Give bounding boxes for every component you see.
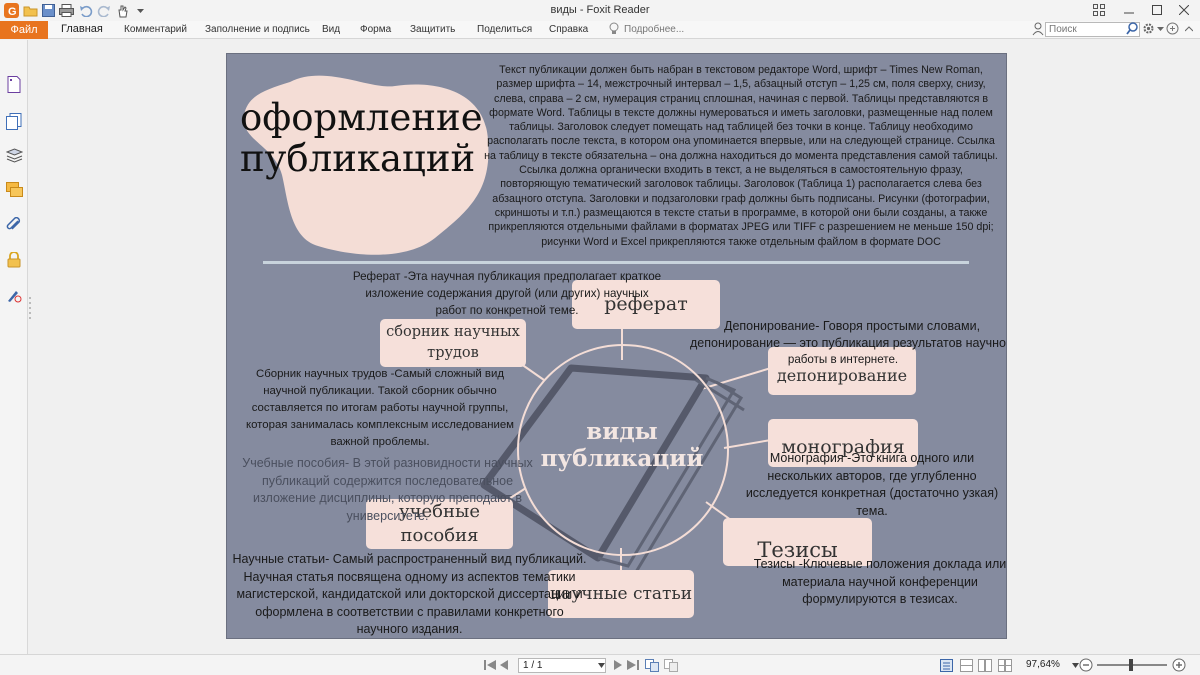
intro-paragraph: Текст публикации должен быть набран в те…	[484, 64, 998, 248]
zoom-level[interactable]: 97,64%	[1026, 659, 1060, 670]
layers-icon[interactable]	[4, 145, 24, 165]
settings-gear-icon[interactable]	[1142, 22, 1155, 38]
first-page-icon[interactable]	[484, 658, 496, 672]
pages-icon[interactable]	[4, 111, 24, 131]
single-page-view-icon[interactable]	[940, 658, 953, 672]
tab-file[interactable]: Файл	[0, 21, 48, 39]
desc-monografiya: Монография -Это книга одного или несколь…	[745, 451, 999, 518]
previous-view-icon[interactable]	[645, 658, 659, 672]
desc-uchebnye: Учебные пособия- В этой разновидности на…	[242, 456, 533, 523]
diagram-center-title: виды публикаций	[540, 418, 704, 472]
desc-referat: Реферат -Эта научная публикация предпола…	[352, 270, 662, 317]
security-lock-icon[interactable]	[4, 250, 24, 270]
plugin-icon[interactable]	[1166, 22, 1179, 38]
close-button[interactable]	[1170, 1, 1198, 19]
next-page-icon[interactable]	[614, 658, 622, 672]
collapse-ribbon-icon[interactable]	[1184, 24, 1194, 35]
desc-deponirovanie-line2: депонирование — это публикация результат…	[690, 336, 1006, 350]
desc-tezisy: Тезисы -Ключевые положения доклада или м…	[753, 557, 1007, 606]
continuous-facing-view-icon[interactable]	[998, 658, 1012, 672]
desc-sbornik: Сборник научных трудов -Самый сложный ви…	[245, 368, 515, 448]
signature-icon[interactable]	[4, 285, 24, 305]
pill-sbornik: сборник научных трудов	[380, 319, 526, 367]
user-icon[interactable]	[1032, 22, 1044, 39]
section-divider	[263, 261, 969, 264]
desc-deponirovanie-line3: работы в интернете.	[787, 353, 899, 366]
tab-fill-sign[interactable]: Заполнение и подпись	[205, 24, 310, 35]
navigation-sidebar	[0, 40, 28, 654]
lightbulb-icon	[608, 22, 620, 39]
tab-share[interactable]: Поделиться	[477, 24, 532, 35]
page-number-field[interactable]: 1 / 1	[518, 658, 606, 673]
page-thumbnail-icon[interactable]	[4, 74, 24, 94]
zoom-out-icon[interactable]	[1079, 658, 1093, 672]
main-title: оформление публикаций	[240, 96, 483, 180]
ribbon-display-icon[interactable]	[1085, 1, 1113, 19]
zoom-in-icon[interactable]	[1172, 658, 1186, 672]
desc-nauchnye: Научные статьи- Самый распространенный в…	[232, 552, 587, 636]
facing-view-icon[interactable]	[978, 658, 992, 672]
previous-page-icon[interactable]	[500, 658, 508, 672]
next-view-icon[interactable]	[664, 658, 678, 672]
last-page-icon[interactable]	[627, 658, 639, 672]
zoom-slider-thumb[interactable]	[1129, 659, 1133, 671]
search-icon[interactable]	[1126, 22, 1139, 38]
tell-me-field[interactable]: Подробнее...	[624, 24, 684, 35]
tab-home[interactable]: Главная	[61, 23, 103, 35]
tab-comment[interactable]: Комментарий	[124, 24, 187, 35]
ribbon-tabs: Файл Главная Комментарий Заполнение и по…	[0, 21, 1200, 39]
tab-view[interactable]: Вид	[322, 24, 340, 35]
tab-protect[interactable]: Защитить	[410, 24, 455, 35]
status-bar: 1 / 1 97,64%	[0, 654, 1200, 675]
tab-form[interactable]: Форма	[360, 24, 391, 35]
desc-deponirovanie-line1: Депонирование- Говоря простыми словами,	[724, 319, 981, 333]
continuous-view-icon[interactable]	[960, 658, 973, 672]
page-dropdown-icon[interactable]	[598, 658, 605, 672]
title-bar: G виды - Foxit Reader	[0, 0, 1200, 21]
window-title: виды - Foxit Reader	[550, 4, 650, 16]
minimize-button[interactable]	[1115, 1, 1143, 19]
attachment-icon[interactable]	[4, 215, 24, 235]
tab-help[interactable]: Справка	[549, 24, 588, 35]
maximize-button[interactable]	[1143, 1, 1171, 19]
chevron-down-icon[interactable]	[1157, 24, 1164, 35]
zoom-dropdown-icon[interactable]	[1072, 658, 1079, 672]
comments-icon[interactable]	[4, 180, 24, 200]
